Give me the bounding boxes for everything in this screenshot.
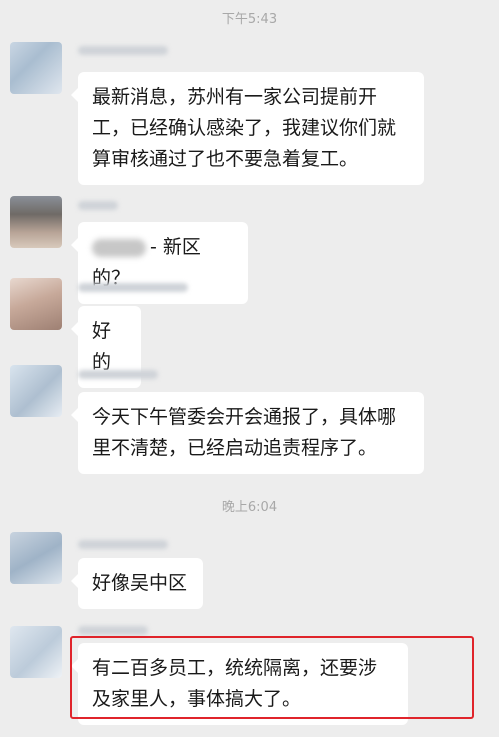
sender-name — [78, 283, 188, 292]
sender-name — [78, 46, 168, 55]
sender-name — [78, 370, 158, 379]
avatar[interactable] — [10, 278, 62, 330]
avatar[interactable] — [10, 196, 62, 248]
highlight-box — [70, 636, 474, 719]
message-text: 好的 — [92, 320, 112, 373]
message-text: 好像吴中区 — [92, 572, 188, 594]
timestamp: 晚上6:04 — [221, 500, 278, 515]
message-bubble[interactable]: 今天下午管委会开会通报了，具体哪里不清楚，已经启动追责程序了。 — [71, 392, 424, 474]
message-text: 最新消息，苏州有一家公司提前开工，已经确认感染了，我建议你们就算审核通过了也不要… — [92, 86, 397, 170]
sender-name — [78, 201, 118, 210]
avatar[interactable] — [10, 42, 62, 94]
sender-name — [78, 626, 148, 635]
message-text: 今天下午管委会开会通报了，具体哪里不清楚，已经启动追责程序了。 — [92, 406, 397, 459]
avatar[interactable] — [10, 532, 62, 584]
message-bubble[interactable]: 好像吴中区 — [71, 558, 203, 609]
avatar[interactable] — [10, 626, 62, 678]
redacted-name — [92, 238, 146, 257]
avatar[interactable] — [10, 365, 62, 417]
sender-name — [78, 540, 168, 549]
message-bubble[interactable]: 最新消息，苏州有一家公司提前开工，已经确认感染了，我建议你们就算审核通过了也不要… — [71, 72, 424, 185]
timestamp: 下午5:43 — [221, 12, 278, 27]
